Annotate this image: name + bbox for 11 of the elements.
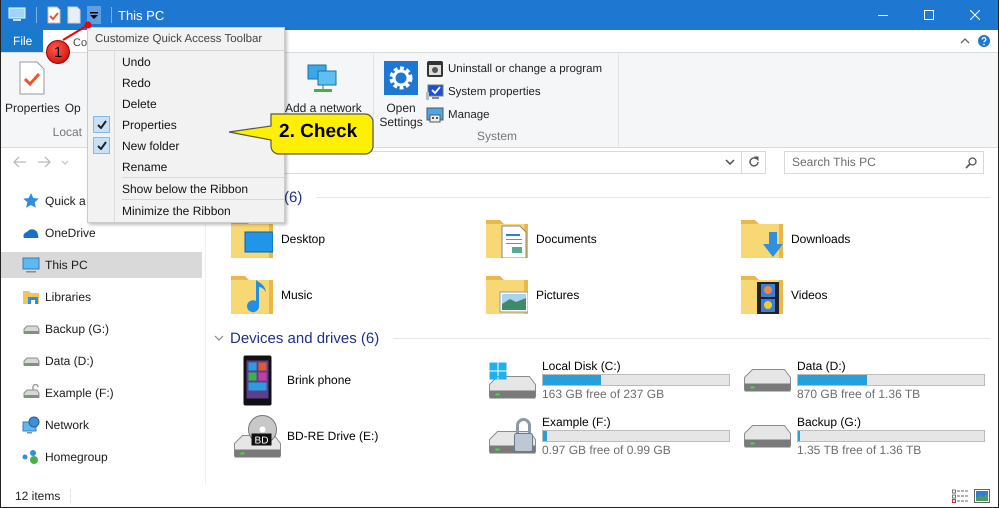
item-count: 12 items xyxy=(15,489,72,503)
section-heading: Devices and drives (6) xyxy=(230,330,380,346)
free-space-text: 163 GB free of 237 GB xyxy=(542,387,666,401)
group-label: Locat xyxy=(52,125,83,141)
group-label: System xyxy=(476,129,518,145)
window-title: This PC xyxy=(118,8,164,22)
menu-title: Customize Quick Access Toolbar xyxy=(88,28,284,51)
free-space-text: 870 GB free of 1.36 TB xyxy=(797,387,922,401)
section-heading: (6) xyxy=(284,188,302,206)
free-space-text: 0.97 GB free of 0.99 GB xyxy=(542,443,672,457)
free-space-text: 1.35 TB free of 1.36 TB xyxy=(797,443,922,457)
